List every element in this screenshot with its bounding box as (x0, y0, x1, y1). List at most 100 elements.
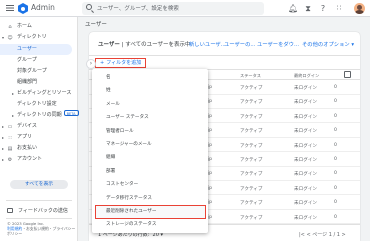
sidebar: ⌂ ホーム ▾ ☺ ディレクトリ ユーザー グループ 対象グループ 組織部門 ▸… (0, 17, 79, 241)
filter-option[interactable]: 組織 (92, 152, 208, 164)
filter-option-selected[interactable]: 最近削除されたユーザー (95, 205, 206, 219)
filter-menu: 名姓メール ユーザー ステータス 管理者ロール マネージャーのメール 組織部署 コストセン… (92, 69, 208, 233)
bulk-update-users-link[interactable]: ユーザーの... (224, 40, 255, 48)
pagination[interactable]: |< < ページ 1 / 1 > (299, 231, 346, 238)
filter-option[interactable]: メール (92, 99, 208, 111)
apps-icon: ∷ (8, 134, 12, 141)
filter-option[interactable]: データ移行ステータス (92, 193, 208, 205)
sidebar-item-groups[interactable]: グループ (0, 55, 78, 66)
sidebar-item-target-groups[interactable]: 対象グループ (0, 66, 78, 77)
sidebar-item-account[interactable]: ▸ ⚙ アカウント (0, 154, 78, 165)
top-bar: Admin 🔔︎ ⧗ ? ∷ (0, 0, 370, 17)
column-header-status[interactable]: ステータス (240, 73, 261, 79)
caret-right-icon: ▸ (12, 113, 15, 118)
download-users-link[interactable]: ユーザーをダウ... (257, 40, 299, 48)
card-header: ユーザー | すべてのユーザーを表示中 新しいユーザ... ユーザーの... ユ… (89, 32, 360, 56)
card-title: ユーザー | すべてのユーザーを表示中 (98, 42, 191, 48)
user-storage: 0 (334, 85, 337, 90)
caret-right-icon: ▸ (2, 146, 5, 151)
user-status: アクティブ (240, 215, 263, 221)
user-last-login: 未ログイン (294, 129, 317, 135)
user-status: アクティブ (240, 143, 263, 149)
user-storage: 0 (334, 185, 337, 191)
sidebar-item-directory-sync[interactable]: ▸ ディレクトリの同期 BETA (0, 110, 79, 121)
caret-right-icon: ▸ (12, 91, 15, 96)
filter-option[interactable]: ユーザー ステータス (92, 112, 208, 124)
sidebar-divider (6, 200, 72, 201)
account-icon: ⚙ (7, 156, 13, 163)
footer-links: 利用規約・お支払い規約・プライバシー ポリシー (7, 226, 76, 236)
user-storage: 0 (334, 200, 337, 206)
plus-icon: + (100, 60, 105, 66)
user-status: アクティブ (240, 100, 263, 106)
billing-icon: ▤ (7, 145, 13, 152)
user-status: アクティブ (240, 129, 263, 135)
caret-down-icon: ▾ (2, 35, 5, 40)
admin-console: Admin 🔔︎ ⧗ ? ∷ ユーザー ⌂ ホーム ▾ ☺ ディレクトリ ユーザ… (0, 0, 370, 241)
user-storage: 0 (334, 99, 337, 105)
column-settings-icon[interactable] (344, 71, 351, 78)
user-status: アクティブ (240, 201, 263, 207)
hourglass-icon[interactable]: ⧗ (303, 3, 313, 14)
column-header-last-login[interactable]: 最終ログイン (294, 73, 319, 79)
apps-grid-icon[interactable]: ∷ (334, 3, 344, 14)
user-storage: 0 (334, 157, 337, 162)
user-last-login: 未ログイン (294, 143, 317, 149)
people-icon: ☺ (7, 34, 13, 41)
filter-option[interactable]: 部署 (92, 166, 208, 178)
more-options-link[interactable]: その他のオプション ▾ (302, 40, 354, 48)
sidebar-item-billing[interactable]: ▸ ▤ お支払い (0, 143, 78, 154)
user-avatar[interactable] (354, 3, 365, 14)
caret-right-icon: ▸ (2, 124, 5, 129)
sidebar-item-directory[interactable]: ▾ ☺ ディレクトリ (0, 32, 78, 43)
sidebar-item-home[interactable]: ⌂ ホーム (0, 21, 78, 32)
filter-option[interactable]: ストレージのステータス (92, 219, 208, 231)
user-storage: 0 (334, 214, 337, 220)
sidebar-item-users[interactable]: ユーザー (0, 44, 72, 55)
add-filter-button[interactable]: + フィルタを追加 (95, 58, 147, 68)
breadcrumb: ユーザー (78, 17, 370, 31)
filter-option[interactable]: 管理者ロール (92, 126, 208, 138)
sidebar-item-apps[interactable]: ▸ ∷ アプリ (0, 132, 78, 143)
user-last-login: 未ログイン (294, 86, 317, 91)
search-box[interactable] (82, 2, 264, 15)
search-icon (86, 4, 92, 10)
caret-right-icon: ▸ (2, 135, 5, 140)
user-last-login: 未ログイン (294, 100, 317, 106)
filter-option[interactable]: 名 (92, 72, 208, 84)
user-storage: 0 (334, 142, 337, 148)
user-storage: 0 (334, 171, 337, 177)
feedback-icon (7, 208, 13, 213)
home-icon: ⌂ (8, 23, 12, 30)
app-title[interactable]: Admin (31, 3, 55, 12)
user-storage: 0 (334, 113, 337, 119)
bell-icon[interactable]: 🔔︎ (288, 3, 298, 14)
sidebar-item-directory-settings[interactable]: ディレクトリ設定 (0, 99, 78, 110)
show-all-button[interactable]: すべてを表示 (10, 180, 68, 189)
admin-logo-icon[interactable] (18, 3, 28, 14)
filter-option[interactable]: 姓 (92, 85, 208, 97)
devices-icon: ▭ (7, 123, 13, 130)
filter-option[interactable]: マネージャーのメール (92, 139, 208, 151)
filter-option[interactable]: コストセンター (92, 179, 208, 191)
sidebar-item-buildings[interactable]: ▸ ビルディングとリソース (0, 88, 78, 99)
user-storage: 0 (334, 128, 337, 134)
sidebar-item-devices[interactable]: ▸ ▭ デバイス (0, 121, 78, 132)
user-status: アクティブ (240, 158, 263, 163)
sidebar-divider (6, 218, 72, 219)
collapse-chevron-icon[interactable]: › (86, 59, 96, 69)
help-icon[interactable]: ? (318, 3, 328, 14)
user-status: アクティブ (240, 172, 263, 178)
breadcrumb-users: ユーザー (85, 22, 107, 28)
user-status: アクティブ (240, 114, 263, 120)
beta-badge: BETA (63, 110, 79, 116)
sidebar-item-org-units[interactable]: 組織部門 (0, 77, 78, 88)
user-last-login: 未ログイン (294, 186, 317, 192)
search-input[interactable] (97, 3, 257, 14)
user-last-login: 未ログイン (294, 201, 317, 207)
user-status: アクティブ (240, 186, 263, 192)
send-feedback-link[interactable]: フィードバックの送信 (7, 207, 68, 214)
menu-icon[interactable] (6, 5, 14, 11)
add-new-user-link[interactable]: 新しいユーザ... (189, 40, 226, 48)
user-last-login: 未ログイン (294, 114, 317, 120)
